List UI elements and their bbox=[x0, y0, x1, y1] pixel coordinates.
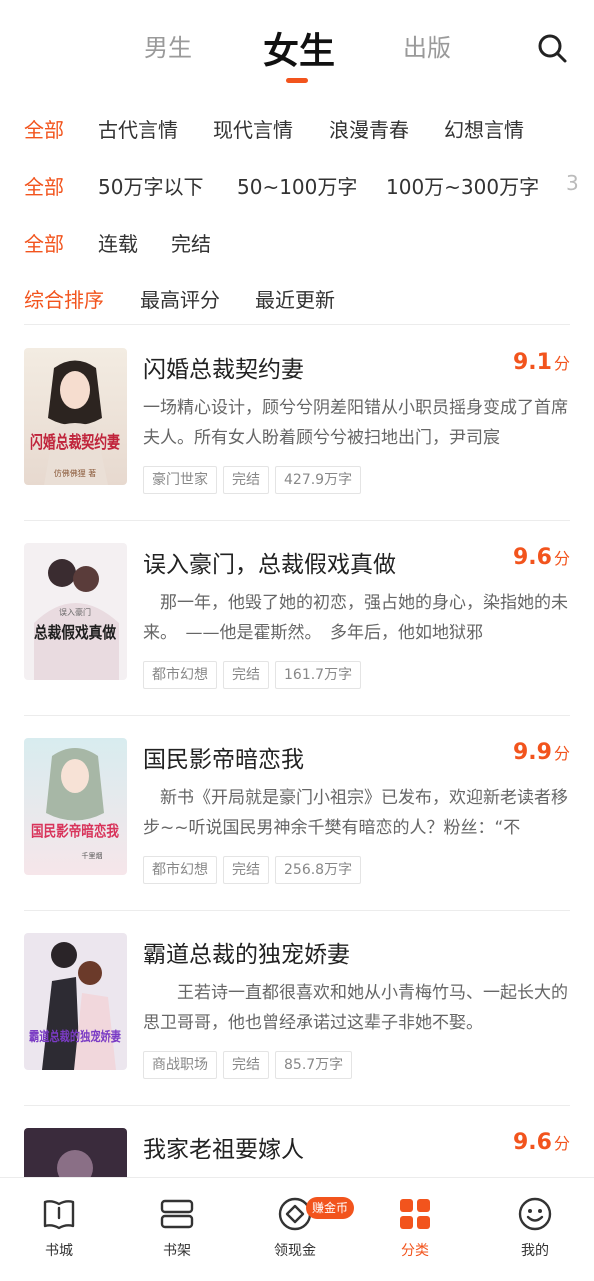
book-description: 一场精心设计，顾兮兮阴差阳错从小职员摇身变成了首席夫人。所有女人盼着顾兮兮被扫地… bbox=[143, 398, 568, 448]
filter-status-serial[interactable]: 连载 bbox=[98, 228, 138, 257]
filter-row-status: 全部 连载 完结 bbox=[0, 222, 594, 262]
bottom-nav-bar: 书城 书架 领现金 分类 我的 bbox=[0, 1177, 594, 1281]
book-tag-word-count: 161.7万字 bbox=[275, 661, 362, 689]
book-icon bbox=[43, 1200, 75, 1230]
book-list-item[interactable]: 霸道总裁的独宠娇妻 霸道总裁的独宠娇妻 王若诗一直都很喜欢和她从小青梅竹马、一起… bbox=[0, 910, 594, 1105]
nav-label: 书架 bbox=[163, 1243, 191, 1259]
book-list-item[interactable]: 我家老祖要嫁人 9.6 分 bbox=[0, 1105, 594, 1177]
book-score: 9.6 分 bbox=[513, 1130, 570, 1155]
book-score: 9.9 分 bbox=[513, 740, 570, 765]
book-tag-genre: 豪门世家 bbox=[143, 466, 217, 494]
book-tag-status: 完结 bbox=[223, 466, 269, 494]
book-tag-word-count: 427.9万字 bbox=[275, 466, 362, 494]
book-tag-word-count: 85.7万字 bbox=[275, 1051, 353, 1079]
book-cover-image: 霸道总裁的独宠娇妻 bbox=[24, 933, 127, 1070]
sort-overall[interactable]: 综合排序 bbox=[24, 284, 104, 313]
book-list-item[interactable]: 闪婚总裁契约妻 仿佛佛狸 著 闪婚总裁契约妻 9.1分 一场精心设计，顾兮兮阴差… bbox=[0, 325, 594, 520]
book-tag-status: 完结 bbox=[223, 661, 269, 689]
book-score: 9.6 分 bbox=[513, 545, 570, 570]
score-value: 9.6 bbox=[513, 1130, 552, 1155]
filter-category-all[interactable]: 全部 bbox=[24, 114, 64, 143]
filter-words-all[interactable]: 全部 bbox=[24, 171, 64, 200]
bookshelf-icon bbox=[160, 1199, 194, 1229]
filter-row-category: 全部 古代言情 现代言情 浪漫青春 幻想言情 bbox=[0, 108, 594, 148]
book-cover-image bbox=[24, 1128, 127, 1177]
book-tag-genre: 都市幻想 bbox=[143, 661, 217, 689]
nav-label: 领现金 bbox=[274, 1243, 316, 1259]
book-cover-image: 国民影帝暗恋我 千里烟 bbox=[24, 738, 127, 875]
cover-author-text: 误入豪门 bbox=[59, 607, 91, 617]
cover-title-text: 闪婚总裁契约妻 bbox=[30, 432, 120, 453]
filter-words-more[interactable]: 3 bbox=[566, 171, 579, 195]
book-tags: 都市幻想 完结 161.7万字 bbox=[143, 661, 367, 689]
filter-status-finished[interactable]: 完结 bbox=[171, 228, 211, 257]
filter-words-under-50w[interactable]: 50万字以下 bbox=[98, 171, 203, 200]
book-title[interactable]: 误入豪门，总裁假戏真做 bbox=[143, 545, 396, 579]
book-tag-genre: 商战职场 bbox=[143, 1051, 217, 1079]
nav-label: 书城 bbox=[45, 1243, 73, 1259]
score-unit: 分 bbox=[553, 744, 570, 763]
book-tag-status: 完结 bbox=[223, 856, 269, 884]
cover-author-text: 千里烟 bbox=[82, 851, 103, 860]
filter-category-ancient[interactable]: 古代言情 bbox=[98, 114, 178, 143]
book-tag-word-count: 256.8万字 bbox=[275, 856, 362, 884]
score-unit: 分 bbox=[553, 1134, 570, 1153]
book-description: 新书《开局就是豪门小祖宗》已发布，欢迎新老读者移步~~听说国民男神余千樊有暗恋的… bbox=[143, 788, 568, 838]
filter-words-50-100w[interactable]: 50~100万字 bbox=[237, 171, 357, 200]
book-list-item[interactable]: 国民影帝暗恋我 千里烟 国民影帝暗恋我 9.9 分 新书《开局就是豪门小祖宗》已发… bbox=[0, 715, 594, 910]
nav-label: 分类 bbox=[401, 1243, 429, 1259]
nav-category[interactable]: 分类 bbox=[356, 1178, 474, 1281]
tab-male[interactable]: 男生 bbox=[144, 28, 192, 63]
active-tab-indicator bbox=[286, 78, 308, 83]
book-title[interactable]: 我家老祖要嫁人 bbox=[143, 1130, 304, 1164]
book-cover-image: 闪婚总裁契约妻 仿佛佛狸 著 bbox=[24, 348, 127, 485]
cover-title-text: 总裁假戏真做 bbox=[34, 623, 117, 642]
book-list-item[interactable]: 总裁假戏真做 误入豪门 误入豪门，总裁假戏真做 9.6 分 那一年，他毁了她的初恋… bbox=[0, 520, 594, 715]
top-tab-bar: 男生 女生 出版 bbox=[0, 0, 594, 96]
filter-words-100-300w[interactable]: 100万~300万字 bbox=[386, 171, 539, 200]
book-tags: 商战职场 完结 85.7万字 bbox=[143, 1051, 358, 1079]
smile-face-icon bbox=[518, 1197, 552, 1231]
book-description: 王若诗一直都很喜欢和她从小青梅竹马、一起长大的思卫哥哥，他也曾经承诺过这辈子非她… bbox=[143, 983, 568, 1033]
search-icon[interactable] bbox=[536, 32, 568, 64]
earn-coins-badge: 赚金币 bbox=[306, 1197, 355, 1219]
filter-status-all[interactable]: 全部 bbox=[24, 228, 64, 257]
sort-recently-updated[interactable]: 最近更新 bbox=[255, 284, 335, 313]
filter-row-sort: 综合排序 最高评分 最近更新 bbox=[0, 278, 594, 318]
book-title[interactable]: 国民影帝暗恋我 bbox=[143, 740, 304, 774]
category-grid-icon bbox=[400, 1199, 430, 1229]
book-title[interactable]: 霸道总裁的独宠娇妻 bbox=[143, 935, 350, 969]
tab-female[interactable]: 女生 bbox=[263, 22, 335, 74]
book-tag-status: 完结 bbox=[223, 1051, 269, 1079]
book-tags: 都市幻想 完结 256.8万字 bbox=[143, 856, 367, 884]
nav-bookshelf[interactable]: 书架 bbox=[118, 1178, 236, 1281]
filter-row-word-count: 全部 50万字以下 50~100万字 100万~300万字 3 bbox=[0, 165, 594, 205]
nav-profile[interactable]: 我的 bbox=[476, 1178, 594, 1281]
book-tag-genre: 都市幻想 bbox=[143, 856, 217, 884]
cover-author-text: 仿佛佛狸 著 bbox=[54, 468, 97, 478]
book-description: 那一年，他毁了她的初恋，强占她的身心，染指她的未来。 ——他是霍斯然。 多年后，… bbox=[143, 593, 568, 643]
nav-bookstore[interactable]: 书城 bbox=[0, 1178, 118, 1281]
nav-get-cash[interactable]: 领现金 bbox=[236, 1178, 354, 1281]
book-title[interactable]: 闪婚总裁契约妻 bbox=[143, 350, 304, 384]
score-unit: 分 bbox=[553, 549, 570, 568]
filter-category-fantasy[interactable]: 幻想言情 bbox=[444, 114, 524, 143]
tab-publishing[interactable]: 出版 bbox=[403, 28, 451, 63]
filter-category-modern[interactable]: 现代言情 bbox=[213, 114, 293, 143]
cover-title-text: 国民影帝暗恋我 bbox=[31, 822, 119, 840]
cover-title-text: 霸道总裁的独宠娇妻 bbox=[29, 1029, 121, 1045]
sort-top-rated[interactable]: 最高评分 bbox=[140, 284, 220, 313]
filter-category-youth[interactable]: 浪漫青春 bbox=[329, 114, 409, 143]
score-value: 9.9 bbox=[513, 740, 552, 765]
book-cover-image: 总裁假戏真做 误入豪门 bbox=[24, 543, 127, 680]
book-score: 9.1 分 bbox=[513, 350, 570, 375]
score-value: 9.1 bbox=[513, 350, 552, 375]
book-tags: 豪门世家 完结 427.9万字 bbox=[143, 466, 367, 494]
score-unit: 分 bbox=[553, 354, 570, 373]
nav-label: 我的 bbox=[521, 1243, 549, 1259]
score-value: 9.6 bbox=[513, 545, 552, 570]
